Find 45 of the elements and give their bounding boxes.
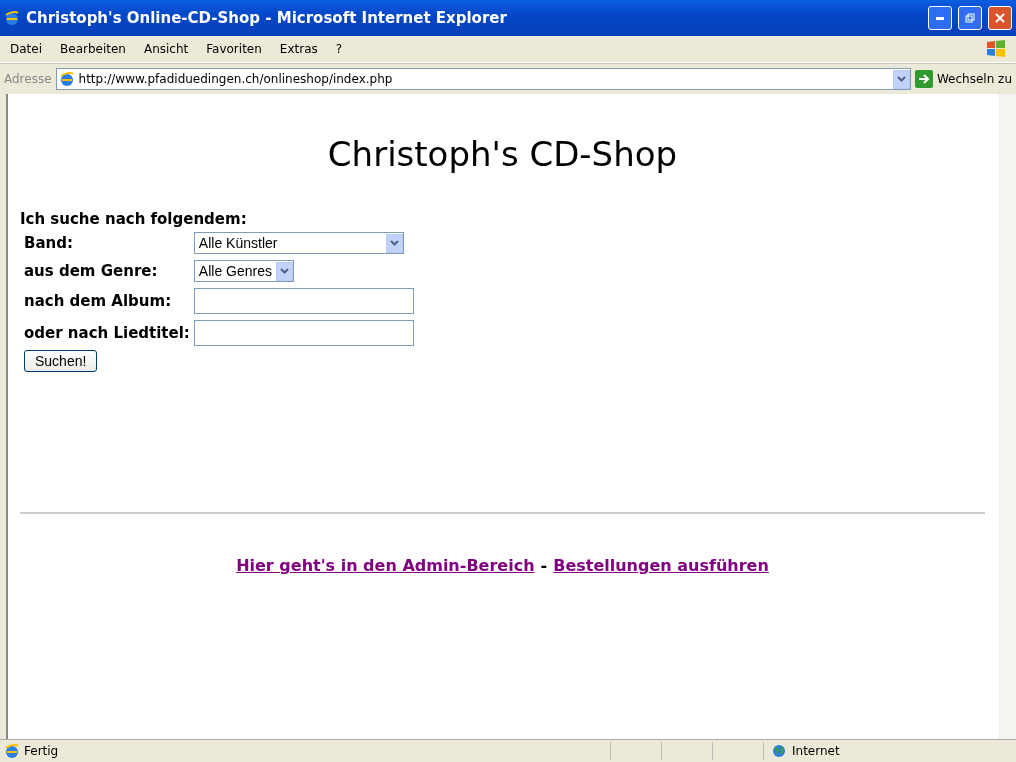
- input-field[interactable]: [193, 320, 414, 346]
- address-label: Adresse: [4, 72, 52, 86]
- page-icon: [58, 71, 75, 87]
- browser-icon: [4, 10, 20, 26]
- restore-icon: [965, 13, 975, 23]
- menu-item[interactable]: Ansicht: [143, 42, 189, 56]
- dropdown-button[interactable]: [276, 261, 293, 281]
- orders-link[interactable]: Bestellungen ausführen: [553, 556, 769, 575]
- minimize-icon: [936, 16, 944, 20]
- menu-item[interactable]: ?: [335, 42, 343, 56]
- address-field[interactable]: http://www.pfadiduedingen.ch/onlineshop/index.php: [55, 68, 911, 90]
- dropdown-button[interactable]: [892, 69, 910, 89]
- url-text: http://www.pfadiduedingen.ch/onlineshop/index.php: [78, 72, 394, 86]
- chevron-icon: [389, 240, 399, 246]
- globe-icon: [772, 744, 786, 758]
- dropdown-button[interactable]: [385, 233, 403, 253]
- status-text: Fertig: [24, 744, 60, 758]
- page-heading: Christoph's CD-Shop: [326, 134, 679, 174]
- window-title: Christoph's Online-CD-Shop - Microsoft Internet Explorer: [26, 9, 508, 27]
- field-label: nach dem Album:: [24, 292, 173, 310]
- chevron-icon: [896, 76, 906, 82]
- admin-link[interactable]: Hier geht's in den Admin-Bereich: [236, 556, 535, 575]
- field-label: oder nach Liedtitel:: [24, 324, 190, 342]
- field-label: Band:: [24, 234, 74, 252]
- dropdown-field[interactable]: Alle Künstler: [193, 232, 404, 254]
- search-button[interactable]: Suchen!: [24, 350, 98, 372]
- close-button[interactable]: [988, 6, 1012, 30]
- menu-item[interactable]: Extras: [279, 42, 318, 56]
- intro-text: Ich suche nach folgendem:: [20, 210, 248, 228]
- page-icon: [4, 743, 20, 759]
- minimize-button[interactable]: [928, 6, 952, 30]
- menu-item[interactable]: Datei: [10, 42, 42, 56]
- zone-text: Internet: [792, 744, 841, 758]
- chevron-icon: [280, 268, 289, 274]
- field-label: aus dem Genre:: [24, 262, 159, 280]
- scrollbar[interactable]: [999, 94, 1016, 739]
- windows-logo-icon: [986, 39, 1006, 59]
- menu-item[interactable]: Bearbeiten: [60, 42, 126, 56]
- menu-item[interactable]: Favoriten: [206, 42, 262, 56]
- separator-text: -: [540, 556, 548, 575]
- restore-button[interactable]: [958, 6, 982, 30]
- dropdown-field[interactable]: Alle Genres: [193, 260, 294, 282]
- go-label[interactable]: Wechseln zu: [936, 72, 1012, 86]
- close-icon: [995, 13, 1005, 23]
- input-field[interactable]: [193, 288, 414, 314]
